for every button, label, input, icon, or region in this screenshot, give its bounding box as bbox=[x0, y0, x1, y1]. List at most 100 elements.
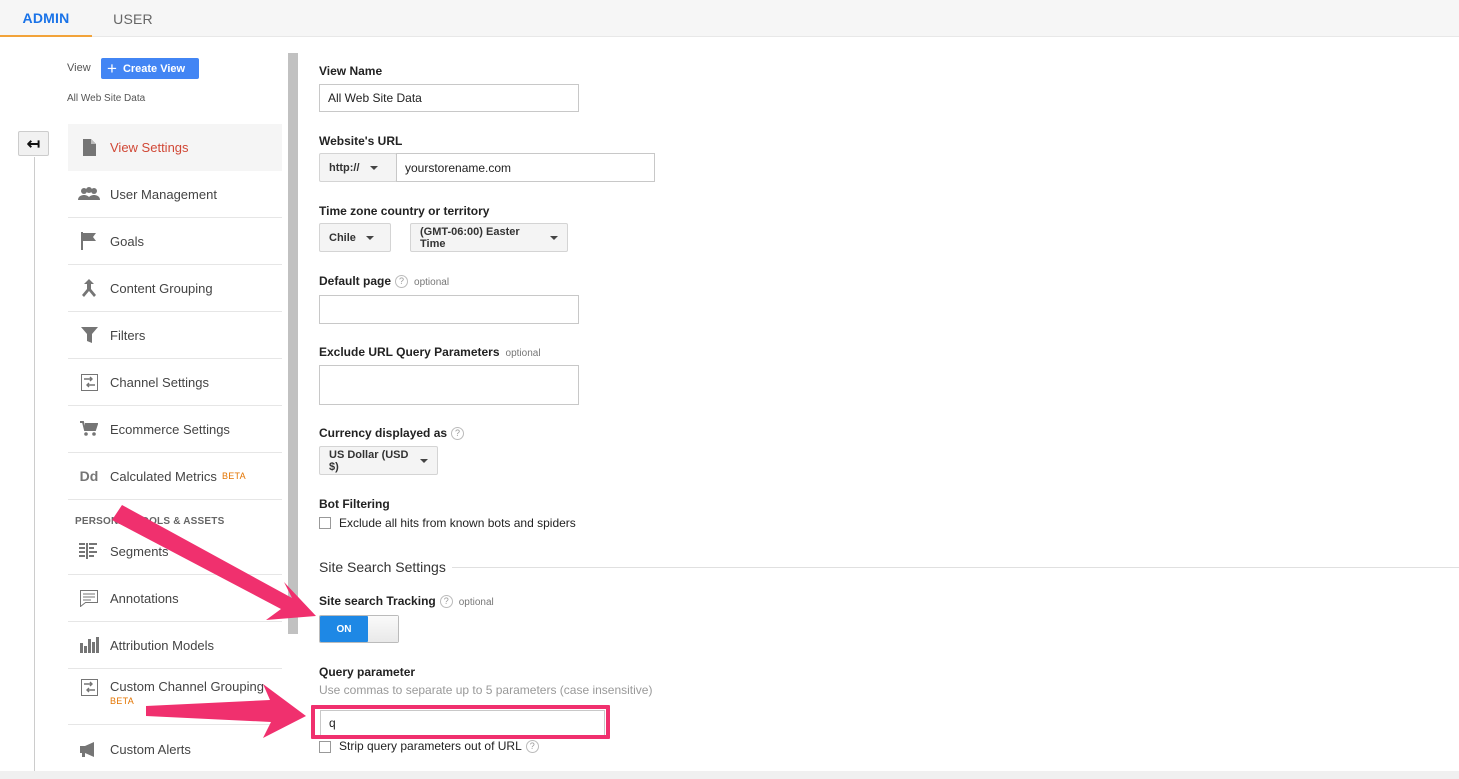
beta-badge: BETA bbox=[110, 696, 135, 706]
bar-chart-icon bbox=[68, 637, 110, 653]
annotation-icon bbox=[68, 589, 110, 607]
strip-params-label-text: Strip query parameters out of URL bbox=[339, 739, 522, 753]
strip-params-checkbox[interactable] bbox=[319, 741, 331, 753]
strip-params-label: Strip query parameters out of URL? bbox=[339, 739, 539, 754]
country-dropdown[interactable]: Chile bbox=[319, 223, 391, 252]
sidebar-item-content-grouping[interactable]: Content Grouping bbox=[68, 265, 282, 312]
sidebar-item-custom-channel-grouping[interactable]: Custom Channel Grouping BETA bbox=[68, 669, 282, 725]
query-parameter-hint: Use commas to separate up to 5 parameter… bbox=[319, 683, 653, 697]
toggle-knob bbox=[368, 616, 398, 642]
back-arrow-icon: ↤ bbox=[26, 135, 41, 153]
sidebar-item-channel-settings[interactable]: Channel Settings bbox=[68, 359, 282, 406]
chevron-down-icon bbox=[365, 235, 374, 240]
sidebar-item-ecommerce-settings[interactable]: Ecommerce Settings bbox=[68, 406, 282, 453]
sidebar-item-label: Goals bbox=[110, 233, 144, 249]
site-search-tracking-toggle[interactable]: ON bbox=[319, 615, 399, 643]
tab-user[interactable]: USER bbox=[92, 0, 174, 37]
flag-icon bbox=[68, 232, 110, 250]
sidebar-item-label: View Settings bbox=[110, 140, 189, 155]
protocol-value: http:// bbox=[329, 161, 360, 174]
toggle-on-label: ON bbox=[320, 616, 368, 642]
help-icon[interactable]: ? bbox=[395, 275, 409, 289]
currency-label-text: Currency displayed as bbox=[319, 426, 448, 440]
channel-icon bbox=[68, 679, 110, 696]
dd-icon: Dd bbox=[79, 468, 99, 484]
timezone-label: Time zone country or territory bbox=[319, 204, 490, 218]
timezone-value: (GMT-06:00) Easter Time bbox=[420, 225, 520, 250]
default-page-input[interactable] bbox=[319, 295, 579, 324]
timezone-dropdown[interactable]: (GMT-06:00) Easter Time bbox=[410, 223, 568, 252]
sidebar-item-user-management[interactable]: User Management bbox=[68, 171, 282, 218]
cart-icon bbox=[68, 421, 110, 437]
sidebar-item-annotations[interactable]: Annotations bbox=[68, 575, 282, 622]
merge-icon bbox=[68, 279, 110, 297]
default-page-label: Default page? optional bbox=[319, 274, 450, 289]
sidebar-item-label: Custom Channel Grouping bbox=[110, 679, 264, 694]
sidebar-divider bbox=[34, 157, 35, 771]
sidebar-item-label: User Management bbox=[110, 186, 217, 202]
help-icon[interactable]: ? bbox=[525, 740, 539, 754]
exclude-params-textarea[interactable] bbox=[319, 365, 579, 405]
section-header-personal-tools: PERSONAL TOOLS & ASSETS bbox=[75, 516, 225, 527]
sidebar-item-label: Filters bbox=[110, 327, 146, 343]
sidebar-item-label: Custom Alerts bbox=[110, 742, 191, 757]
sidebar-item-label: Attribution Models bbox=[110, 637, 215, 653]
optional-tag: optional bbox=[458, 597, 494, 608]
optional-tag: optional bbox=[505, 348, 541, 359]
back-button[interactable]: ↤ bbox=[18, 131, 49, 156]
site-search-settings-heading: Site Search Settings bbox=[319, 559, 446, 575]
sidebar-item-label: Content Grouping bbox=[110, 280, 213, 296]
chevron-down-icon bbox=[420, 458, 428, 463]
sidebar-item-label: Ecommerce Settings bbox=[110, 421, 230, 437]
currency-value: US Dollar (USD $) bbox=[329, 448, 409, 473]
default-page-label-text: Default page bbox=[319, 274, 392, 288]
section-divider bbox=[452, 567, 1459, 568]
sidebar-item-label: Annotations bbox=[110, 590, 179, 606]
country-value: Chile bbox=[329, 231, 356, 244]
bottom-band bbox=[0, 771, 1459, 779]
help-icon[interactable]: ? bbox=[439, 595, 453, 609]
view-selector-name: All Web Site Data bbox=[67, 93, 146, 104]
view-name-input[interactable]: All Web Site Data bbox=[319, 84, 579, 112]
currency-dropdown[interactable]: US Dollar (USD $) bbox=[319, 446, 438, 475]
website-url-input[interactable]: yourstorename.com bbox=[396, 153, 655, 182]
segments-icon bbox=[68, 543, 110, 559]
currency-label: Currency displayed as? bbox=[319, 426, 465, 441]
people-icon bbox=[68, 187, 110, 201]
optional-tag: optional bbox=[414, 277, 450, 288]
bot-filtering-label: Bot Filtering bbox=[319, 497, 390, 511]
bot-filtering-checkbox[interactable] bbox=[319, 517, 331, 529]
protocol-dropdown[interactable]: http:// bbox=[319, 153, 397, 182]
exclude-params-label-text: Exclude URL Query Parameters bbox=[319, 345, 500, 359]
sidebar-item-segments[interactable]: Segments bbox=[68, 528, 282, 575]
plus-icon: + bbox=[107, 58, 117, 78]
channel-icon bbox=[68, 373, 110, 391]
site-search-tracking-label-text: Site search Tracking bbox=[319, 594, 436, 608]
exclude-params-label: Exclude URL Query Parameters optional bbox=[319, 345, 541, 359]
query-parameter-label: Query parameter bbox=[319, 665, 416, 679]
sidebar-item-custom-alerts[interactable]: Custom Alerts bbox=[68, 726, 282, 773]
sidebar-item-label: Segments bbox=[110, 543, 169, 559]
create-view-button[interactable]: + Create View bbox=[101, 58, 199, 79]
sidebar-scrollbar[interactable] bbox=[288, 53, 298, 634]
megaphone-icon bbox=[68, 742, 110, 757]
beta-badge: BETA bbox=[221, 471, 246, 481]
bot-filtering-checkbox-label: Exclude all hits from known bots and spi… bbox=[339, 516, 576, 530]
view-label: View bbox=[67, 62, 91, 74]
help-icon[interactable]: ? bbox=[451, 427, 465, 441]
filter-icon bbox=[68, 327, 110, 343]
sidebar-item-label: Channel Settings bbox=[110, 374, 210, 390]
top-tab-bar: ADMIN USER bbox=[0, 0, 1459, 37]
sidebar-item-label: Calculated Metrics bbox=[110, 468, 217, 484]
sidebar-item-calculated-metrics[interactable]: Dd Calculated Metrics BETA bbox=[68, 453, 282, 500]
document-icon bbox=[68, 139, 110, 156]
tab-admin[interactable]: ADMIN bbox=[0, 0, 92, 37]
admin-sidebar: ↤ View + Create View All Web Site Data V… bbox=[0, 37, 300, 771]
site-search-tracking-label: Site search Tracking? optional bbox=[319, 594, 494, 609]
query-parameter-input[interactable]: q bbox=[320, 710, 605, 736]
sidebar-item-goals[interactable]: Goals bbox=[68, 218, 282, 265]
sidebar-item-filters[interactable]: Filters bbox=[68, 312, 282, 359]
sidebar-item-view-settings[interactable]: View Settings bbox=[68, 124, 282, 171]
view-name-label: View Name bbox=[319, 64, 383, 78]
sidebar-item-attribution-models[interactable]: Attribution Models bbox=[68, 622, 282, 669]
